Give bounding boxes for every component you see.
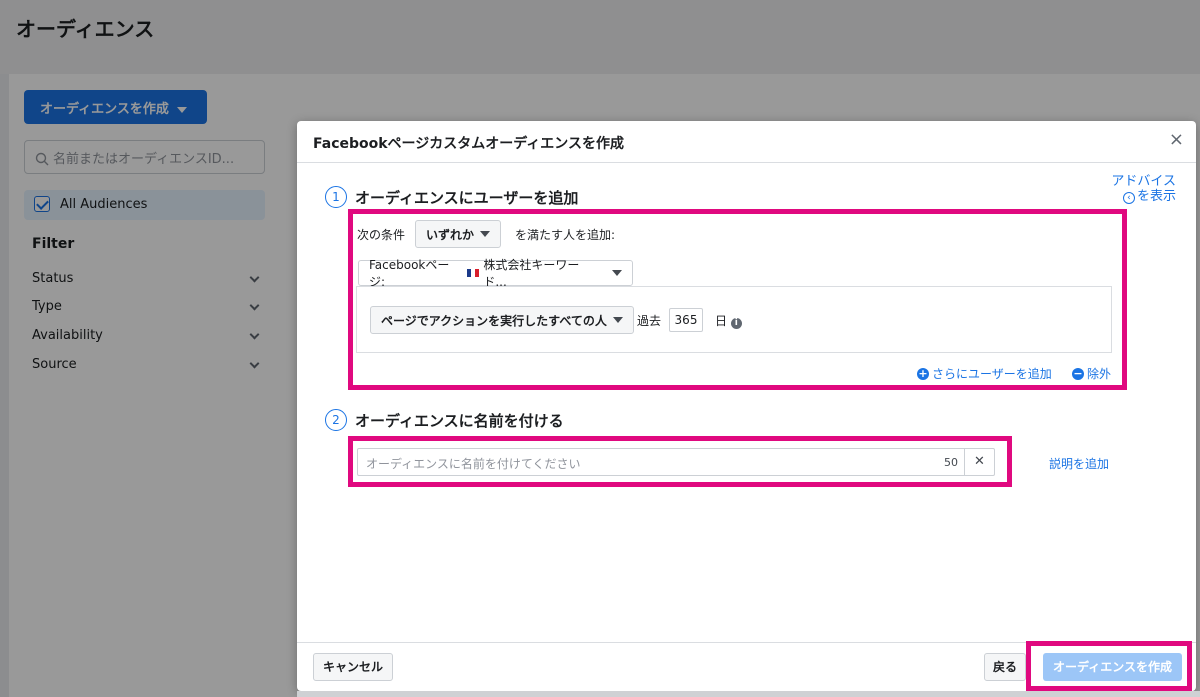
step-add-users: 1 オーディエンスにユーザーを追加	[325, 186, 578, 208]
advice-link[interactable]: アドバイス ‹ を表示	[1090, 174, 1176, 204]
back-button[interactable]: 戻る	[984, 653, 1026, 681]
highlight-add-users	[348, 209, 1127, 390]
cancel-button[interactable]: キャンセル	[313, 653, 393, 681]
step-number: 1	[325, 186, 347, 208]
create-page-audience-dialog: Facebookページカスタムオーディエンスを作成 × 1 オーディエンスにユー…	[297, 121, 1196, 691]
chevron-left-circle-icon: ‹	[1122, 192, 1135, 204]
highlight-name	[348, 436, 1012, 487]
step-title: オーディエンスにユーザーを追加	[355, 188, 579, 207]
close-icon[interactable]: ×	[1169, 131, 1184, 149]
advice-line1: アドバイス	[1111, 174, 1176, 189]
step-name-audience: 2 オーディエンスに名前を付ける	[325, 409, 564, 431]
step-title: オーディエンスに名前を付ける	[355, 411, 564, 430]
add-description-link[interactable]: 説明を追加	[1049, 455, 1109, 472]
step-number: 2	[325, 409, 347, 431]
advice-line2: を表示	[1136, 189, 1176, 204]
add-description-label: 説明を追加	[1049, 457, 1110, 471]
background-table-row	[297, 691, 1200, 697]
dialog-title: Facebookページカスタムオーディエンスを作成	[313, 136, 625, 152]
highlight-create-button	[1026, 641, 1192, 691]
dialog-header: Facebookページカスタムオーディエンスを作成 ×	[297, 121, 1196, 163]
